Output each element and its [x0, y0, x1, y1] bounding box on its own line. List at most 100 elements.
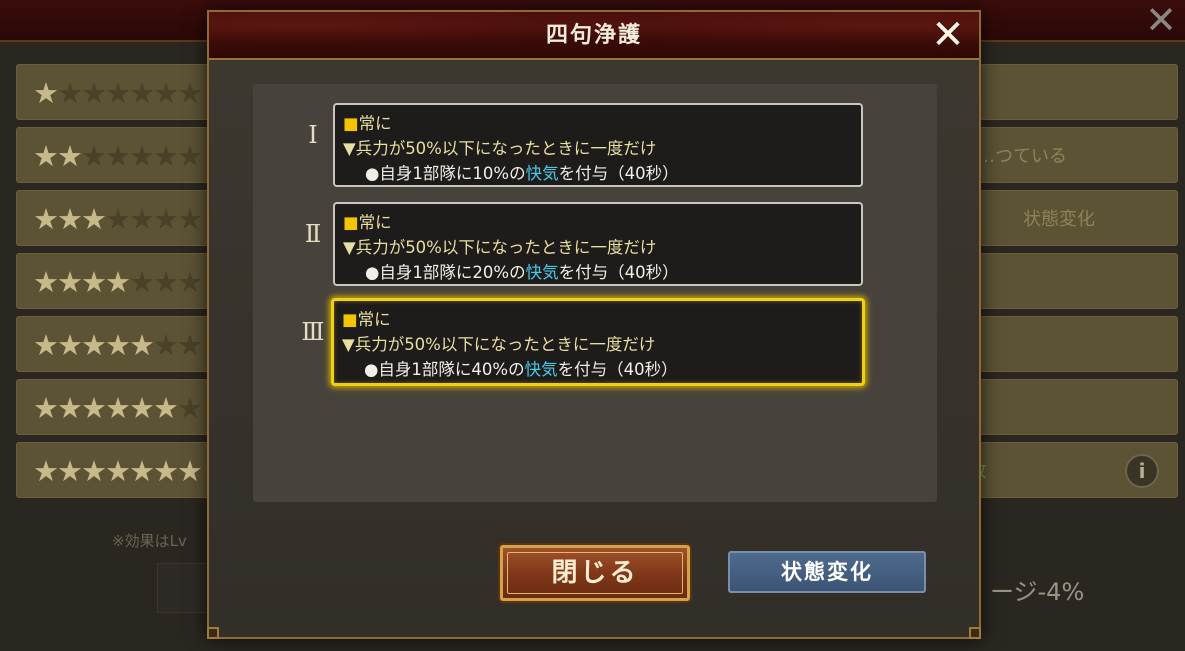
effect-keyword[interactable]: 快気 — [526, 164, 559, 183]
star-filled-icon: ★ — [57, 202, 83, 236]
star-empty-icon: ★ — [153, 76, 179, 110]
info-icon[interactable]: i — [1125, 454, 1159, 488]
star-filled-icon: ★ — [33, 391, 59, 425]
corner-ornament — [207, 627, 219, 639]
star-filled-icon: ★ — [129, 328, 155, 362]
corner-ornament — [969, 627, 981, 639]
star-filled-icon: ★ — [81, 391, 107, 425]
star-filled-icon: ★ — [81, 202, 107, 236]
effect-text: を付与（40秒） — [558, 164, 679, 183]
star-filled-icon: ★ — [153, 391, 179, 425]
star-rating: ★★★★★★★ — [33, 201, 203, 237]
star-empty-icon: ★ — [177, 391, 203, 425]
skill-effect: ●自身1部隊に20%の快気を付与（40秒） — [343, 260, 851, 285]
star-empty-icon: ★ — [177, 202, 203, 236]
effect-text: を付与（40秒） — [558, 263, 679, 282]
effect-text: ●自身1部隊に20%の — [365, 263, 526, 282]
star-filled-icon: ★ — [105, 265, 131, 299]
star-filled-icon: ★ — [81, 454, 107, 488]
star-filled-icon: ★ — [129, 391, 155, 425]
level-numeral: Ⅰ — [308, 121, 318, 149]
star-empty-icon: ★ — [129, 139, 155, 173]
effect-text: ●自身1部隊に40%の — [364, 360, 525, 379]
trigger-condition: ▼兵力が50%以下になったときに一度だけ — [343, 238, 657, 257]
background-close-icon[interactable]: ✕ — [1143, 0, 1179, 40]
trigger-timing: ■常に — [343, 111, 851, 136]
star-empty-icon: ★ — [177, 265, 203, 299]
star-filled-icon: ★ — [57, 328, 83, 362]
star-filled-icon: ★ — [57, 139, 83, 173]
star-empty-icon: ★ — [81, 76, 107, 110]
star-empty-icon: ★ — [153, 202, 179, 236]
star-filled-icon: ★ — [33, 328, 59, 362]
trigger-condition: ▼兵力が50%以下になったときに一度だけ — [343, 139, 657, 158]
star-rating: ★★★★★★★ — [33, 75, 203, 111]
star-empty-icon: ★ — [81, 139, 107, 173]
dialog-title: 四句浄護 — [545, 23, 642, 48]
star-empty-icon: ★ — [105, 139, 131, 173]
trigger-timing-text: 常に — [358, 114, 392, 133]
row-text-part: 状態変化 — [1023, 209, 1095, 230]
star-empty-icon: ★ — [105, 202, 131, 236]
effect-note: ※効果はLv — [112, 532, 187, 550]
star-rating: ★★★★★★★ — [33, 264, 203, 300]
star-empty-icon: ★ — [129, 76, 155, 110]
effect-keyword[interactable]: 快気 — [525, 360, 558, 379]
skill-effect: ●自身1部隊に10%の快気を付与（40秒） — [343, 161, 851, 186]
star-empty-icon: ★ — [177, 328, 203, 362]
trigger-condition: ▼兵力が50%以下になったときに一度だけ — [342, 335, 656, 354]
skill-level-card[interactable]: ■常に ▼兵力が50%以下になったときに一度だけ ●自身1部隊に10%の快気を付与（… — [333, 103, 863, 187]
state-change-button[interactable]: 状態変化 — [728, 551, 926, 593]
star-filled-icon: ★ — [153, 454, 179, 488]
star-rating: ★★★★★★★ — [33, 327, 203, 363]
skill-level-card[interactable]: ■常に ▼兵力が50%以下になったときに一度だけ ●自身1部隊に20%の快気を付与（… — [333, 202, 863, 286]
star-empty-icon: ★ — [129, 265, 155, 299]
star-filled-icon: ★ — [33, 265, 59, 299]
star-filled-icon: ★ — [57, 454, 83, 488]
star-filled-icon: ★ — [105, 328, 131, 362]
trigger-timing: ■常に — [342, 307, 852, 332]
background-damage-text: ージ-4% — [990, 578, 1085, 606]
star-filled-icon: ★ — [33, 76, 59, 110]
star-filled-icon: ★ — [105, 391, 131, 425]
level-numeral: Ⅲ — [301, 318, 325, 346]
skill-effect: ●自身1部隊に40%の快気を付与（40秒） — [342, 357, 852, 382]
row-upgrade-text: …つている — [977, 142, 1067, 168]
star-rating: ★★★★★★★ — [33, 138, 203, 174]
trigger-timing-text: 常に — [357, 310, 391, 329]
star-filled-icon: ★ — [33, 454, 59, 488]
square-bullet-icon: ■ — [343, 213, 359, 232]
close-button[interactable]: 閉じる — [500, 545, 690, 601]
effect-keyword[interactable]: 快気 — [526, 263, 559, 282]
skill-detail-dialog: 四句浄護 ✕ Ⅰ ■常に ▼兵力が50%以下になったときに一度だけ ●自身1部隊に10… — [207, 10, 981, 639]
close-icon[interactable]: ✕ — [927, 14, 969, 56]
star-empty-icon: ★ — [153, 265, 179, 299]
star-filled-icon: ★ — [33, 202, 59, 236]
trigger-timing: ■常に — [343, 210, 851, 235]
star-filled-icon: ★ — [81, 328, 107, 362]
skill-level-card[interactable]: ■常に ▼兵力が50%以下になったときに一度だけ ●自身1部隊に40%の快気を付与（… — [331, 298, 865, 386]
effect-text: を付与（40秒） — [557, 360, 678, 379]
star-empty-icon: ★ — [105, 76, 131, 110]
level-numeral: Ⅱ — [304, 220, 322, 248]
star-filled-icon: ★ — [57, 265, 83, 299]
square-bullet-icon: ■ — [342, 310, 358, 329]
star-empty-icon: ★ — [177, 76, 203, 110]
effect-text: ●自身1部隊に10%の — [365, 164, 526, 183]
trigger-timing-text: 常に — [358, 213, 392, 232]
star-filled-icon: ★ — [81, 265, 107, 299]
row-upgrade-text: 状態変化 — [1023, 205, 1095, 231]
star-filled-icon: ★ — [57, 391, 83, 425]
star-filled-icon: ★ — [177, 454, 203, 488]
skill-levels-panel: Ⅰ ■常に ▼兵力が50%以下になったときに一度だけ ●自身1部隊に10%の快気を付与… — [253, 84, 937, 502]
star-rating: ★★★★★★★ — [33, 453, 203, 489]
row-text-part: …つている — [977, 146, 1067, 167]
square-bullet-icon: ■ — [343, 114, 359, 133]
star-filled-icon: ★ — [105, 454, 131, 488]
star-empty-icon: ★ — [57, 76, 83, 110]
star-empty-icon: ★ — [153, 139, 179, 173]
star-filled-icon: ★ — [33, 139, 59, 173]
star-empty-icon: ★ — [129, 202, 155, 236]
star-empty-icon: ★ — [153, 328, 179, 362]
star-filled-icon: ★ — [129, 454, 155, 488]
